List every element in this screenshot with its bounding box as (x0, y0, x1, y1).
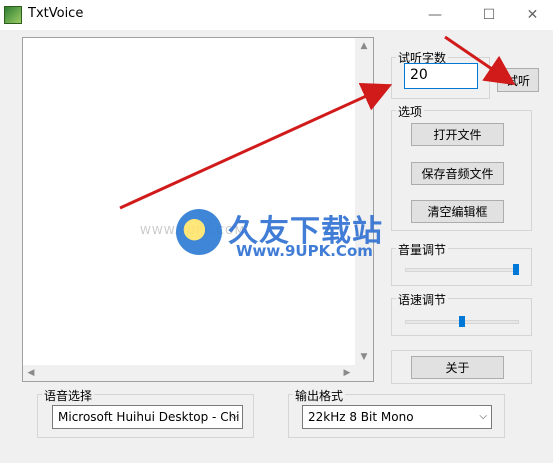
annotation-arrow-to-count (119, 83, 393, 210)
annotation-arrows (119, 35, 516, 210)
annotation-arrow-to-listen (444, 35, 516, 86)
